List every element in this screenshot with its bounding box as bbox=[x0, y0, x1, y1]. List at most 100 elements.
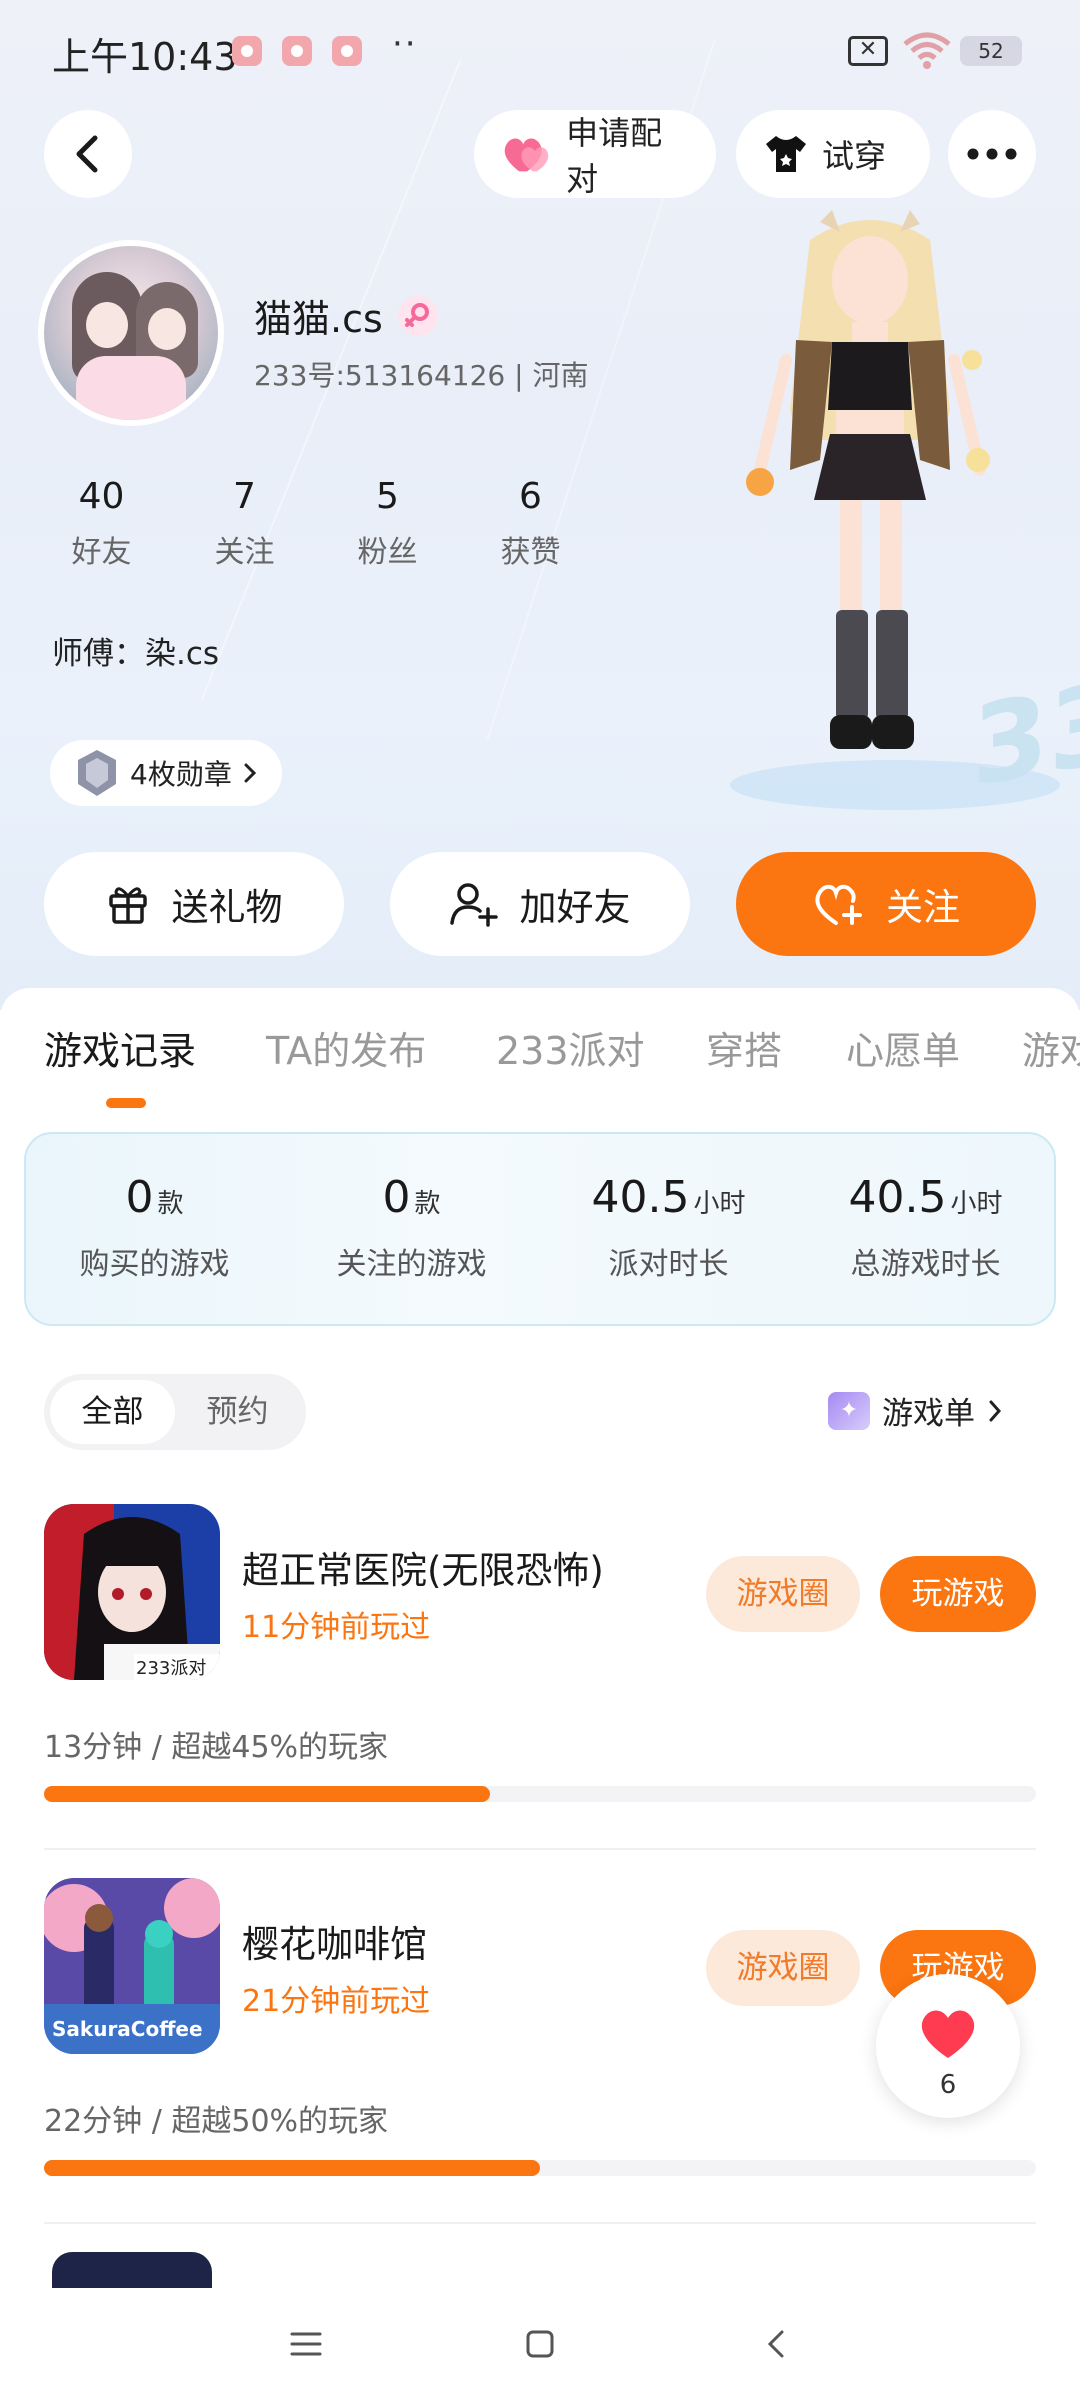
percentile-progress bbox=[44, 2160, 1036, 2176]
user-id-location: 233号:513164126 | 河南 bbox=[254, 359, 589, 392]
home-icon[interactable] bbox=[520, 2324, 560, 2364]
back-icon[interactable] bbox=[758, 2324, 798, 2364]
stat-followers[interactable]: 5 粉丝 bbox=[316, 476, 459, 571]
tab-games[interactable]: 游戏 bbox=[1022, 1020, 1080, 1075]
tab-outfits[interactable]: 穿搭 bbox=[706, 1020, 782, 1075]
tab-posts[interactable]: TA的发布 bbox=[266, 1020, 426, 1075]
game-summary-card: 0款 购买的游戏 0款 关注的游戏 40.5 小时 派对时长 40.5 小时 总游戏… bbox=[24, 1132, 1056, 1326]
stat-likes[interactable]: 6 获赞 bbox=[459, 476, 602, 571]
summary-unit: 款 bbox=[414, 1189, 441, 1219]
stat-value: 40 bbox=[78, 476, 125, 517]
divider bbox=[44, 1848, 1036, 1850]
summary-value: 0 bbox=[125, 1172, 154, 1223]
master-info[interactable]: 师傅：染.cs bbox=[52, 628, 219, 673]
summary-followed[interactable]: 0款 关注的游戏 bbox=[283, 1134, 540, 1324]
filter-reserve[interactable]: 预约 bbox=[175, 1380, 300, 1444]
filter-all[interactable]: 全部 bbox=[50, 1380, 175, 1444]
divider bbox=[44, 2222, 1036, 2224]
stat-label: 好友 bbox=[71, 535, 132, 570]
female-gender-icon bbox=[398, 296, 438, 336]
heart-plus-icon bbox=[815, 884, 862, 925]
medals-button[interactable]: 4枚勋章 bbox=[50, 740, 282, 806]
summary-label: 总游戏时长 bbox=[850, 1247, 1001, 1282]
chevron-right-icon bbox=[989, 1400, 1002, 1421]
like-button[interactable]: 6 bbox=[876, 1974, 1020, 2118]
summary-unit: 小时 bbox=[950, 1189, 1003, 1219]
chevron-right-icon bbox=[244, 763, 256, 783]
notification-icon bbox=[332, 36, 362, 66]
match-request-button[interactable]: 申请配对 bbox=[474, 110, 716, 198]
heart-icon bbox=[921, 2010, 975, 2058]
play-stat: 22分钟 / 超越50%的玩家 bbox=[44, 2104, 389, 2139]
stat-label: 粉丝 bbox=[357, 535, 418, 570]
add-user-icon bbox=[449, 883, 498, 927]
game-list-link[interactable]: ✦ 游戏单 bbox=[828, 1388, 1003, 1433]
add-friend-label: 加好友 bbox=[519, 886, 631, 929]
tab-bar: 游戏记录 TA的发布 233派对 穿搭 心愿单 游戏 bbox=[0, 1020, 1080, 1100]
game-title: 樱花咖啡馆 bbox=[242, 1923, 427, 1966]
progress-fill bbox=[44, 2160, 540, 2176]
avatar[interactable] bbox=[38, 240, 224, 426]
try-on-button[interactable]: 试穿 bbox=[736, 110, 930, 198]
summary-purchased[interactable]: 0款 购买的游戏 bbox=[26, 1134, 283, 1324]
notification-icon bbox=[282, 36, 312, 66]
send-gift-button[interactable]: 送礼物 bbox=[44, 852, 344, 956]
tshirt-icon bbox=[766, 136, 806, 172]
more-notifications-icon: ·· bbox=[392, 24, 418, 64]
game-icon[interactable]: 233派对 bbox=[44, 1504, 220, 1680]
game-record-item[interactable]: 233派对 超正常医院(无限恐怖) 11分钟前玩过 游戏圈 玩游戏 13分钟 /… bbox=[0, 1504, 1080, 1874]
filter-toggle: 全部 预约 bbox=[44, 1374, 306, 1450]
game-title: 超正常医院(无限恐怖) bbox=[242, 1549, 604, 1592]
double-heart-icon bbox=[504, 138, 549, 172]
status-time: 上午10:43 bbox=[52, 35, 238, 79]
gift-icon bbox=[108, 887, 147, 924]
stat-value: 6 bbox=[519, 476, 542, 517]
tab-wishlist[interactable]: 心愿单 bbox=[846, 1020, 960, 1075]
stat-value: 7 bbox=[233, 476, 256, 517]
active-tab-indicator bbox=[106, 1098, 146, 1108]
summary-value: 40.5 bbox=[591, 1172, 690, 1223]
send-gift-label: 送礼物 bbox=[171, 886, 283, 929]
summary-value: 0 bbox=[382, 1172, 411, 1223]
back-button[interactable] bbox=[44, 110, 132, 198]
progress-fill bbox=[44, 1786, 491, 1802]
battery-indicator: 52 bbox=[960, 36, 1022, 66]
game-circle-button[interactable]: 游戏圈 bbox=[706, 1556, 860, 1632]
avatar-character[interactable] bbox=[740, 210, 1000, 780]
summary-value: 40.5 bbox=[848, 1172, 947, 1223]
summary-party-time: 40.5 小时 派对时长 bbox=[540, 1134, 797, 1324]
game-icon[interactable] bbox=[52, 2252, 212, 2292]
username: 猫猫.cs bbox=[254, 297, 383, 341]
summary-total-time: 40.5 小时 总游戏时长 bbox=[797, 1134, 1054, 1324]
play-game-button[interactable]: 玩游戏 bbox=[880, 1556, 1036, 1632]
game-circle-button[interactable]: 游戏圈 bbox=[706, 1930, 860, 2006]
play-stat: 13分钟 / 超越45%的玩家 bbox=[44, 1730, 389, 1765]
last-played: 21分钟前玩过 bbox=[242, 1984, 431, 2019]
follow-button[interactable]: 关注 bbox=[736, 852, 1036, 956]
tab-game-records[interactable]: 游戏记录 bbox=[44, 1020, 196, 1075]
game-list-label: 游戏单 bbox=[882, 1396, 975, 1432]
back-arrow-icon bbox=[76, 135, 98, 173]
match-request-label: 申请配对 bbox=[566, 114, 663, 198]
summary-unit: 款 bbox=[157, 1189, 184, 1219]
notification-icon bbox=[232, 36, 262, 66]
game-icon-badge: 233派对 bbox=[136, 1658, 206, 1679]
stat-following[interactable]: 7 关注 bbox=[173, 476, 316, 571]
add-friend-button[interactable]: 加好友 bbox=[390, 852, 690, 956]
summary-label: 派对时长 bbox=[608, 1247, 729, 1282]
more-dots-icon bbox=[967, 148, 1017, 160]
stat-friends[interactable]: 40 好友 bbox=[30, 476, 173, 571]
menu-icon[interactable] bbox=[286, 2324, 326, 2364]
stat-label: 获赞 bbox=[500, 535, 561, 570]
game-icon[interactable]: SakuraCoffee bbox=[44, 1878, 220, 2054]
summary-label: 购买的游戏 bbox=[79, 1247, 230, 1282]
system-nav-bar bbox=[0, 2288, 1080, 2400]
no-sim-icon: ✕ bbox=[848, 36, 888, 66]
status-bar: 上午10:43 ·· ✕ 52 bbox=[0, 0, 1080, 100]
medal-badge-icon bbox=[78, 750, 116, 796]
tab-party[interactable]: 233派对 bbox=[496, 1020, 645, 1075]
summary-label: 关注的游戏 bbox=[336, 1247, 487, 1282]
sparkle-icon: ✦ bbox=[828, 1391, 870, 1430]
more-button[interactable] bbox=[948, 110, 1036, 198]
percentile-progress bbox=[44, 1786, 1036, 1802]
